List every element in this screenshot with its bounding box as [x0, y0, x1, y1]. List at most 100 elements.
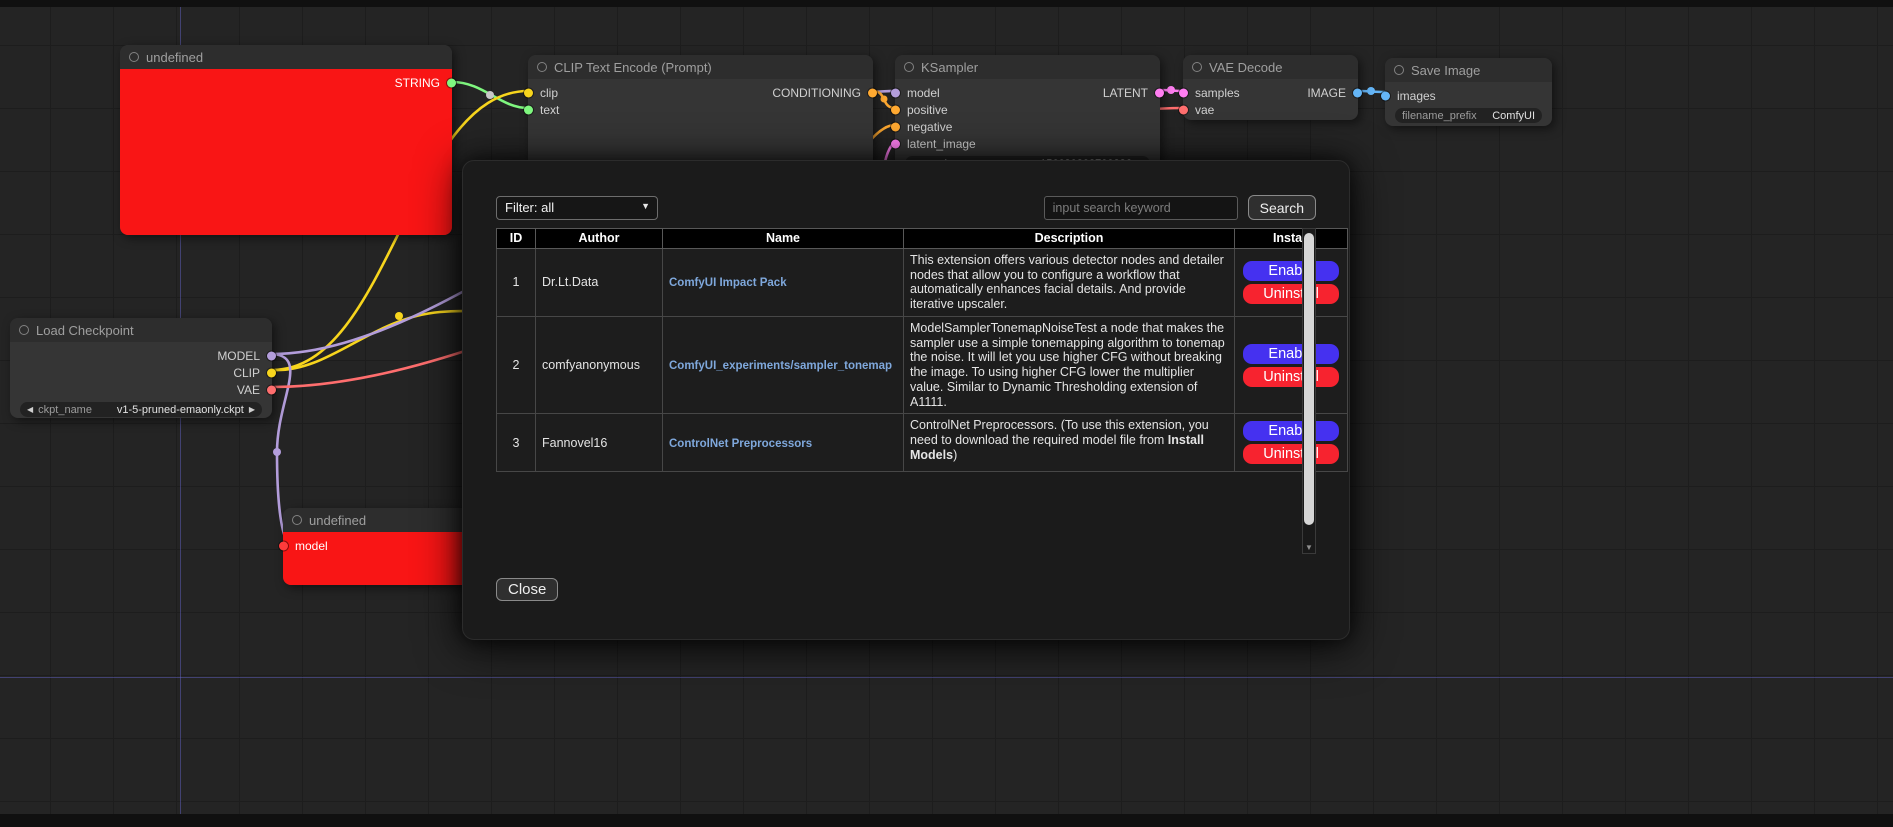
extensions-table: ID Author Name Description Install 1 Dr.… — [496, 228, 1348, 472]
output-slot-clip: CLIP — [10, 364, 272, 381]
scrollbar-thumb[interactable] — [1304, 233, 1314, 525]
slot-label: vae — [1195, 103, 1214, 117]
clip-output-dot[interactable] — [267, 368, 276, 377]
window-edge-bottom — [0, 814, 1893, 827]
table-row: 3 Fannovel16 ControlNet Preprocessors Co… — [497, 414, 1348, 472]
cell-description: This extension offers various detector n… — [904, 248, 1235, 316]
enable-button[interactable]: Enable — [1243, 421, 1339, 441]
latent-output-dot[interactable] — [1155, 88, 1164, 97]
slot-label: CLIP — [233, 366, 260, 380]
node-title-bar[interactable]: VAE Decode — [1183, 55, 1358, 79]
node-title-bar[interactable]: CLIP Text Encode (Prompt) — [528, 55, 873, 79]
column-header-install: Install — [1235, 229, 1348, 249]
slot-label: latent_image — [907, 137, 976, 151]
node-undefined-top[interactable]: undefined STRING — [120, 45, 452, 235]
string-output-dot[interactable] — [447, 78, 456, 87]
input-slot-negative: negative — [895, 118, 1160, 135]
cell-install: Enable Uninstall — [1235, 414, 1348, 472]
node-title-bar[interactable]: KSampler — [895, 55, 1160, 79]
description-text: ControlNet Preprocessors. (To use this e… — [910, 418, 1209, 447]
node-title-bar[interactable]: Load Checkpoint — [10, 318, 272, 342]
enable-button[interactable]: Enable — [1243, 344, 1339, 364]
output-slot-image: IMAGE — [1183, 84, 1358, 101]
cell-install: Enable Uninstall — [1235, 316, 1348, 414]
node-title-bar[interactable]: Save Image — [1385, 58, 1552, 82]
positive-input-dot[interactable] — [891, 105, 900, 114]
cell-id: 3 — [497, 414, 536, 472]
window-edge-top — [0, 0, 1893, 7]
slot-label: text — [540, 103, 559, 117]
output-slot-string: STRING — [120, 74, 452, 91]
table-row: 1 Dr.Lt.Data ComfyUI Impact Pack This ex… — [497, 248, 1348, 316]
cell-id: 2 — [497, 316, 536, 414]
slot-label: negative — [907, 120, 952, 134]
cell-id: 1 — [497, 248, 536, 316]
extension-link[interactable]: ComfyUI Impact Pack — [669, 277, 787, 289]
model-output-dot[interactable] — [267, 351, 276, 360]
node-title: undefined — [146, 50, 203, 65]
description-text: ) — [953, 448, 957, 462]
uninstall-button[interactable]: Uninstall — [1243, 444, 1339, 464]
cell-description: ControlNet Preprocessors. (To use this e… — [904, 414, 1235, 472]
collapse-dot-icon[interactable] — [1192, 62, 1202, 72]
collapse-dot-icon[interactable] — [292, 515, 302, 525]
vae-output-dot[interactable] — [267, 385, 276, 394]
output-slot-model: MODEL — [10, 347, 272, 364]
table-scrollbar[interactable]: ▼ — [1302, 228, 1316, 554]
search-input[interactable] — [1044, 196, 1238, 220]
latent-image-input-dot[interactable] — [891, 139, 900, 148]
widget-label: filename_prefix — [1402, 110, 1477, 122]
enable-button[interactable]: Enable — [1243, 261, 1339, 281]
node-vae-decode[interactable]: VAE Decode samples vae IMAGE — [1183, 55, 1358, 120]
filename-prefix-widget[interactable]: filename_prefix ComfyUI — [1395, 108, 1542, 123]
conditioning-output-dot[interactable] — [868, 88, 877, 97]
slot-label: CONDITIONING — [772, 86, 861, 100]
slot-label: VAE — [237, 383, 260, 397]
images-input-dot[interactable] — [1381, 91, 1390, 100]
collapse-dot-icon[interactable] — [537, 62, 547, 72]
uninstall-button[interactable]: Uninstall — [1243, 367, 1339, 387]
uninstall-button[interactable]: Uninstall — [1243, 284, 1339, 304]
widget-label: ckpt_name — [38, 404, 92, 416]
search-button[interactable]: Search — [1248, 195, 1316, 220]
collapse-dot-icon[interactable] — [19, 325, 29, 335]
input-slot-text: text — [528, 101, 873, 118]
output-slot-conditioning: CONDITIONING — [528, 84, 873, 101]
negative-input-dot[interactable] — [891, 122, 900, 131]
close-button[interactable]: Close — [496, 578, 558, 601]
node-title: undefined — [309, 513, 366, 528]
prev-arrow-icon[interactable]: ◀ — [27, 406, 33, 414]
cell-description: ModelSamplerTonemapNoiseTest a node that… — [904, 316, 1235, 414]
node-load-checkpoint[interactable]: Load Checkpoint MODEL CLIP VAE ◀ ckpt_na… — [10, 318, 272, 418]
column-header-author: Author — [536, 229, 663, 249]
slot-label: model — [295, 539, 328, 553]
collapse-dot-icon[interactable] — [129, 52, 139, 62]
collapse-dot-icon[interactable] — [904, 62, 914, 72]
manager-controls: Filter: all ▼ Search — [496, 195, 1316, 220]
extension-link[interactable]: ComfyUI_experiments/sampler_tonemap — [669, 360, 892, 372]
node-save-image[interactable]: Save Image images filename_prefix ComfyU… — [1385, 58, 1552, 126]
collapse-dot-icon[interactable] — [1394, 65, 1404, 75]
filter-dropdown[interactable]: Filter: all ▼ — [496, 196, 658, 220]
slot-label: MODEL — [217, 349, 260, 363]
next-arrow-icon[interactable]: ▶ — [249, 406, 255, 414]
input-slot-images: images — [1385, 87, 1552, 104]
custom-nodes-manager-dialog: Filter: all ▼ Search ID Author Name Desc… — [462, 160, 1350, 640]
output-slot-latent: LATENT — [895, 84, 1160, 101]
image-output-dot[interactable] — [1353, 88, 1362, 97]
widget-value: ComfyUI — [1492, 110, 1535, 122]
scroll-down-arrow-icon[interactable]: ▼ — [1303, 543, 1315, 552]
text-input-dot[interactable] — [524, 105, 533, 114]
node-title-bar[interactable]: undefined — [120, 45, 452, 69]
input-slot-vae: vae — [1183, 101, 1358, 118]
input-slot-positive: positive — [895, 101, 1160, 118]
column-header-id: ID — [497, 229, 536, 249]
table-row: 2 comfyanonymous ComfyUI_experiments/sam… — [497, 316, 1348, 414]
column-header-name: Name — [663, 229, 904, 249]
slot-label: positive — [907, 103, 948, 117]
extension-link[interactable]: ControlNet Preprocessors — [669, 438, 812, 450]
filter-select[interactable]: Filter: all — [496, 196, 658, 220]
ckpt-name-widget[interactable]: ◀ ckpt_name v1-5-pruned-emaonly.ckpt ▶ — [20, 402, 262, 417]
vae-input-dot[interactable] — [1179, 105, 1188, 114]
model-input-dot[interactable] — [279, 541, 288, 550]
